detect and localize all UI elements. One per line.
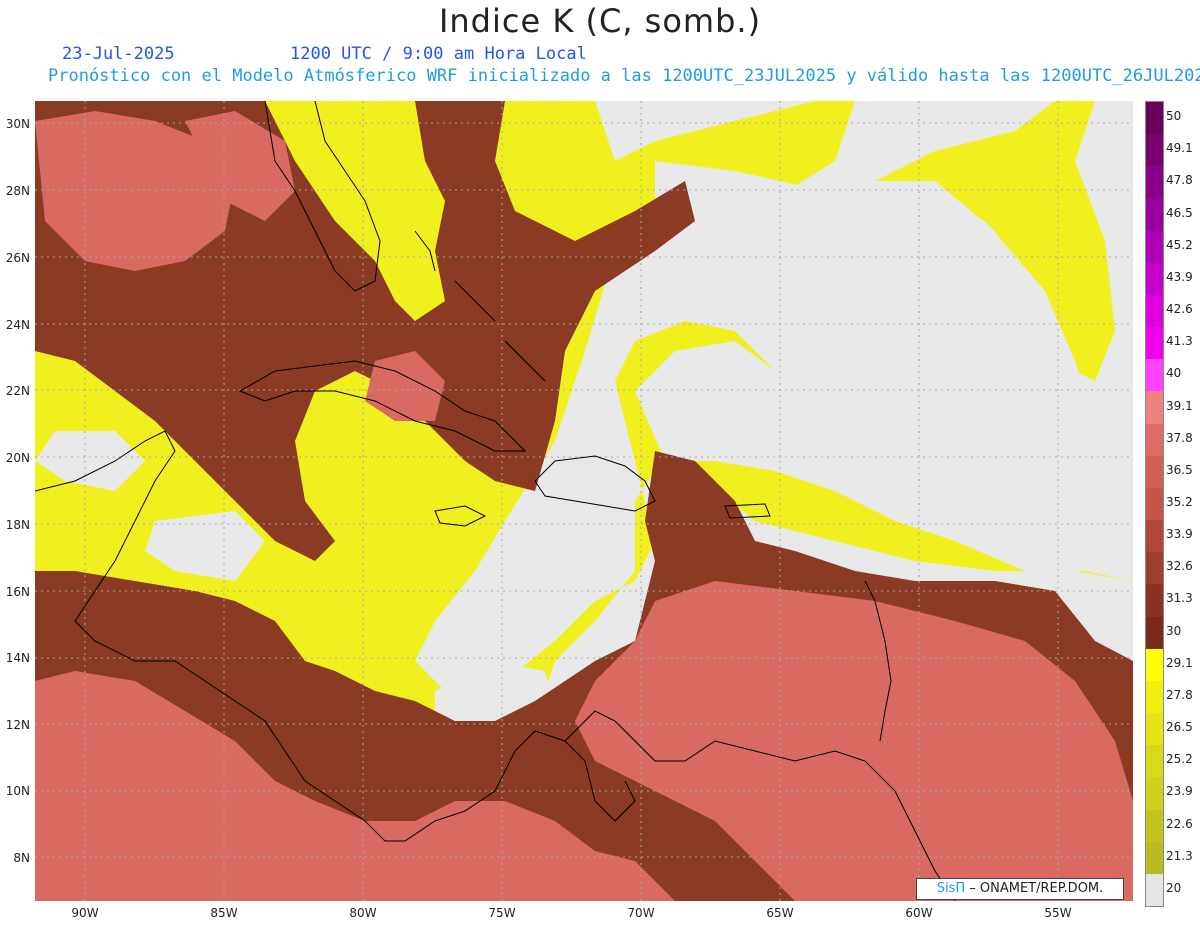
- colorbar-tick-label: 31.3: [1166, 591, 1193, 606]
- lat-label-16n: 16N: [5, 585, 30, 599]
- colorbar-swatch: [1146, 680, 1163, 714]
- lon-label-75w: 75W: [488, 906, 516, 920]
- colorbar-tick-label: 39.1: [1166, 398, 1193, 413]
- colorbar-swatch: [1146, 455, 1163, 489]
- colorbar-tick-label: 23.9: [1166, 784, 1193, 799]
- k-index-map: [35, 101, 1133, 901]
- lat-label-14n: 14N: [5, 651, 30, 665]
- colorbar-tick-label: 20: [1166, 880, 1182, 895]
- colorbar-swatch: [1146, 262, 1163, 296]
- colorbar-swatch: [1146, 873, 1163, 907]
- colorbar-swatch: [1146, 552, 1163, 585]
- colorbar-tick-label: 32.6: [1166, 559, 1193, 574]
- colorbar-swatch: [1146, 294, 1163, 328]
- colorbar-tick-label: 22.6: [1166, 816, 1193, 831]
- colorbar-tick-label: 37.8: [1166, 430, 1193, 445]
- colorbar-swatch: [1146, 391, 1163, 425]
- colorbar-tick-label: 49.1: [1166, 141, 1193, 156]
- colorbar-swatch: [1146, 745, 1163, 778]
- colorbar-tick-label: 30: [1166, 623, 1182, 638]
- lat-label-18n: 18N: [5, 518, 30, 532]
- colorbar-tick-label: 50: [1166, 109, 1182, 124]
- colorbar-swatch: [1146, 230, 1163, 264]
- colorbar-tick-label: 43.9: [1166, 269, 1193, 284]
- lat-label-28n: 28N: [5, 184, 30, 198]
- forecast-subtitle: Pronóstico con el Modelo Atmósferico WRF…: [48, 66, 1200, 86]
- lat-label-24n: 24N: [5, 318, 30, 332]
- lat-label-12n: 12N: [5, 718, 30, 732]
- map-canvas: [35, 101, 1133, 901]
- lon-label-85w: 85W: [210, 906, 238, 920]
- lon-label-65w: 65W: [766, 906, 794, 920]
- chart-title: Indice K (C, somb.): [438, 2, 762, 40]
- lon-label-70w: 70W: [627, 906, 655, 920]
- colorbar-tick-label: 25.2: [1166, 752, 1193, 767]
- forecast-time: 1200 UTC / 9:00 am Hora Local: [290, 44, 587, 64]
- lon-label-90w: 90W: [71, 906, 99, 920]
- colorbar: [1145, 101, 1164, 907]
- colorbar-tick-label: 36.5: [1166, 462, 1193, 477]
- colorbar-tick-label: 47.8: [1166, 173, 1193, 188]
- colorbar-tick-label: 46.5: [1166, 205, 1193, 220]
- lat-label-10n: 10N: [5, 784, 30, 798]
- lat-label-30n: 30N: [5, 117, 30, 131]
- colorbar-swatch: [1146, 359, 1163, 392]
- colorbar-tick-label: 21.3: [1166, 848, 1193, 863]
- lat-label-26n: 26N: [5, 251, 30, 265]
- lon-label-80w: 80W: [349, 906, 377, 920]
- sispi-logo: SisΠ: [936, 881, 966, 896]
- lon-label-55w: 55W: [1044, 906, 1072, 920]
- lat-label-22n: 22N: [5, 384, 30, 398]
- colorbar-swatch: [1146, 487, 1163, 521]
- colorbar-tick-label: 27.8: [1166, 687, 1193, 702]
- colorbar-swatch: [1146, 134, 1163, 167]
- colorbar-tick-label: 29.1: [1166, 655, 1193, 670]
- credit-text: – ONAMET/REP.DOM.: [965, 881, 1104, 896]
- colorbar-tick-label: 33.9: [1166, 527, 1193, 542]
- colorbar-tick-label: 26.5: [1166, 720, 1193, 735]
- colorbar-tick-label: 40: [1166, 366, 1182, 381]
- forecast-date: 23-Jul-2025: [62, 44, 175, 64]
- credit-box: SisΠ – ONAMET/REP.DOM.: [916, 878, 1124, 900]
- colorbar-swatch: [1146, 584, 1163, 618]
- lon-label-60w: 60W: [905, 906, 933, 920]
- colorbar-tick-label: 35.2: [1166, 495, 1193, 509]
- colorbar-swatch: [1146, 648, 1163, 682]
- colorbar-tick-label: 45.2: [1166, 237, 1193, 252]
- lat-label-20n: 20N: [5, 451, 30, 465]
- colorbar-swatch: [1146, 841, 1163, 875]
- colorbar-swatch: [1146, 616, 1163, 650]
- colorbar-swatch: [1146, 777, 1163, 811]
- colorbar-swatch: [1146, 423, 1163, 457]
- colorbar-swatch: [1146, 102, 1163, 135]
- colorbar-swatch: [1146, 520, 1163, 553]
- colorbar-swatch: [1146, 809, 1163, 843]
- lat-label-8n: 8N: [13, 851, 30, 865]
- colorbar-tick-label: 41.3: [1166, 334, 1193, 349]
- colorbar-swatch: [1146, 327, 1163, 360]
- colorbar-swatch: [1146, 713, 1163, 746]
- colorbar-swatch: [1146, 166, 1163, 199]
- colorbar-swatch: [1146, 198, 1163, 232]
- colorbar-tick-label: 42.6: [1166, 302, 1193, 317]
